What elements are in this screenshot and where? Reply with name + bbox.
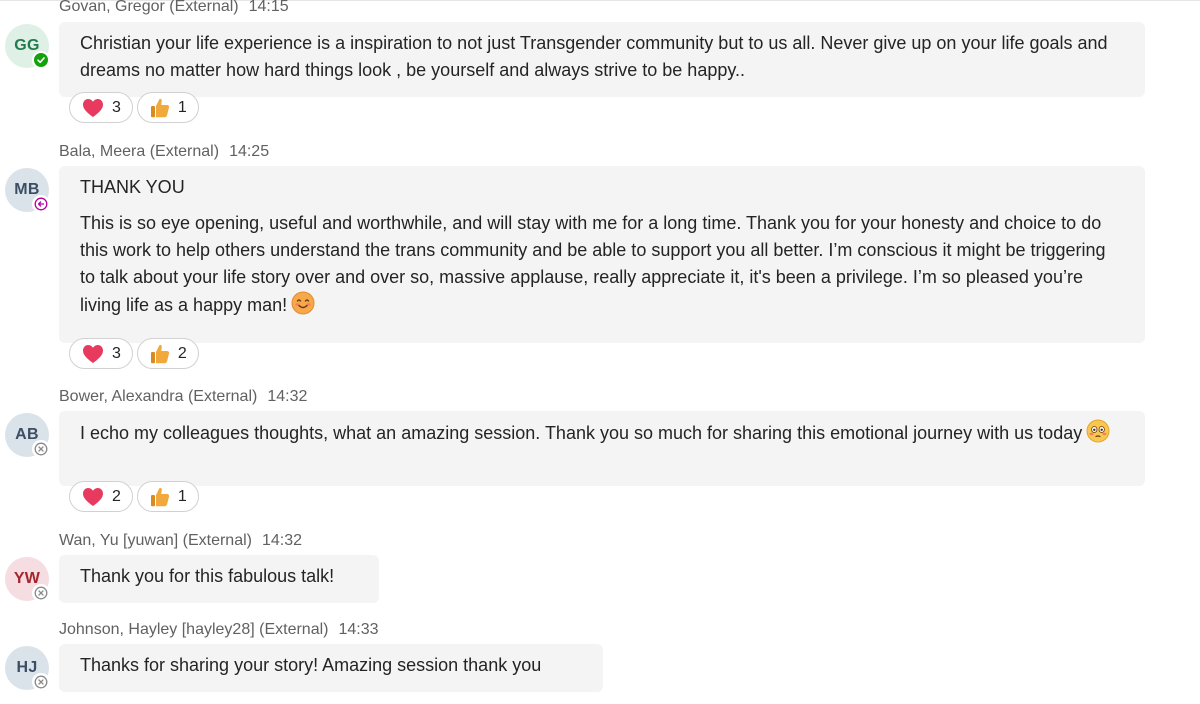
reactions-bar: 3 2	[69, 338, 199, 369]
message-text: Thanks for sharing your story! Amazing s…	[80, 655, 542, 675]
author-name[interactable]: Wan, Yu [yuwan] (External)	[59, 532, 252, 549]
avatar[interactable]: GG	[5, 24, 50, 69]
avatar[interactable]: YW	[5, 557, 50, 602]
message-bubble[interactable]: Thanks for sharing your story! Amazing s…	[59, 644, 603, 692]
heart-reaction-icon	[83, 98, 103, 117]
like-reaction-button[interactable]: 2	[136, 338, 199, 369]
message-bubble[interactable]: THANK YOU This is so eye opening, useful…	[59, 166, 1145, 343]
heart-reaction-button[interactable]: 3	[69, 338, 133, 369]
like-reaction-button[interactable]: 1	[136, 92, 199, 123]
reaction-count: 3	[112, 98, 121, 116]
author-name[interactable]: Bala, Meera (External)	[59, 143, 219, 160]
smiling-face-emoji	[291, 291, 315, 323]
message-bubble[interactable]: I echo my colleagues thoughts, what an a…	[59, 411, 1145, 486]
message-text: I echo my colleagues thoughts, what an a…	[80, 423, 1083, 443]
reactions-bar: 2 1	[69, 481, 199, 512]
message-text: THANK YOU	[80, 177, 185, 197]
author-name[interactable]: Johnson, Hayley [hayley28] (External)	[59, 621, 328, 638]
heart-reaction-icon	[83, 344, 103, 363]
message-text: This is so eye opening, useful and worth…	[80, 213, 1106, 315]
available-check-icon	[32, 51, 50, 69]
out-of-office-arrow-icon	[32, 195, 50, 213]
message-header: Johnson, Hayley [hayley28] (External) 14:…	[59, 621, 379, 639]
timestamp: 14:25	[229, 143, 270, 160]
reaction-count: 3	[112, 344, 121, 362]
message-header: Wan, Yu [yuwan] (External) 14:32	[59, 532, 302, 550]
reactions-bar: 3 1	[69, 92, 199, 123]
flushed-face-emoji	[1086, 419, 1110, 451]
message-header: Govan, Gregor (External) 14:15	[59, 0, 289, 16]
reaction-count: 2	[177, 344, 187, 362]
reaction-count: 2	[112, 487, 121, 505]
message-bubble[interactable]: Thank you for this fabulous talk!	[59, 555, 379, 603]
heart-reaction-icon	[83, 487, 103, 506]
timestamp: 14:15	[248, 0, 289, 15]
timestamp: 14:33	[338, 621, 379, 638]
offline-x-icon	[32, 584, 50, 602]
message-text: Christian your life experience is a insp…	[80, 33, 1108, 80]
message-text: Thank you for this fabulous talk!	[80, 566, 335, 586]
offline-x-icon	[32, 440, 50, 458]
heart-reaction-button[interactable]: 3	[69, 92, 133, 123]
timestamp: 14:32	[267, 388, 308, 405]
reaction-count: 1	[177, 487, 187, 505]
author-name[interactable]: Bower, Alexandra (External)	[59, 388, 257, 405]
avatar[interactable]: MB	[5, 168, 50, 213]
offline-x-icon	[32, 673, 50, 691]
message-header: Bala, Meera (External) 14:25	[59, 143, 269, 161]
thumbs-up-reaction-icon	[150, 98, 170, 117]
message-bubble[interactable]: Christian your life experience is a insp…	[59, 22, 1145, 97]
like-reaction-button[interactable]: 1	[136, 481, 199, 512]
thumbs-up-reaction-icon	[150, 344, 170, 363]
avatar[interactable]: HJ	[5, 646, 50, 691]
reaction-count: 1	[177, 98, 187, 116]
avatar[interactable]: AB	[5, 413, 50, 458]
heart-reaction-button[interactable]: 2	[69, 481, 133, 512]
author-name[interactable]: Govan, Gregor (External)	[59, 0, 239, 15]
thumbs-up-reaction-icon	[150, 487, 170, 506]
timestamp: 14:32	[261, 532, 303, 549]
message-header: Bower, Alexandra (External) 14:32	[59, 388, 307, 406]
